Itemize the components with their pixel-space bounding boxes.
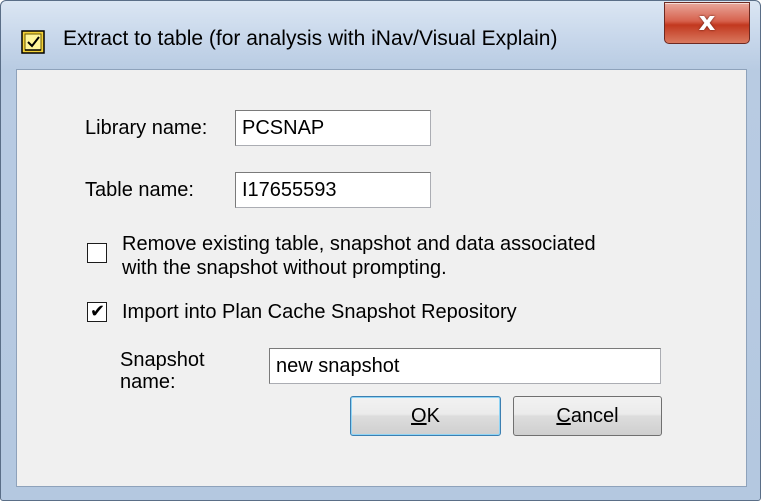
library-name-input[interactable] [235,110,431,146]
cancel-label: ancel [570,405,619,427]
checkmark-icon: ✔ [90,301,106,322]
ok-label: K [426,405,440,427]
snapshot-name-label-line2: name: [120,371,176,393]
title-bar[interactable]: Extract to table (for analysis with iNav… [1,1,760,71]
table-name-label: Table name: [85,179,194,201]
library-name-label: Library name: [85,117,208,139]
snapshot-name-label-line1: Snapshot [120,349,205,371]
close-button[interactable]: x [664,2,750,44]
dialog-window: Extract to table (for analysis with iNav… [0,0,761,501]
remove-existing-label-line1: Remove existing table, snapshot and data… [122,233,596,255]
remove-existing-label-line2: with the snapshot without prompting. [122,257,447,279]
cancel-button[interactable]: Cancel [513,396,662,436]
table-name-input[interactable] [235,172,431,208]
snapshot-name-input[interactable] [269,348,661,384]
ok-button[interactable]: OK [350,396,501,436]
window-title: Extract to table (for analysis with iNav… [63,27,558,50]
import-repository-checkbox[interactable]: ✔ [87,302,107,322]
import-repository-label: Import into Plan Cache Snapshot Reposito… [122,301,517,323]
remove-existing-checkbox[interactable] [87,243,107,263]
ok-mnemonic: O [411,405,427,427]
table-extract-icon [21,30,45,54]
cancel-mnemonic: C [556,405,571,427]
close-icon: x [698,7,716,37]
dialog-client-area: Library name: Table name: Remove existin… [16,69,747,487]
